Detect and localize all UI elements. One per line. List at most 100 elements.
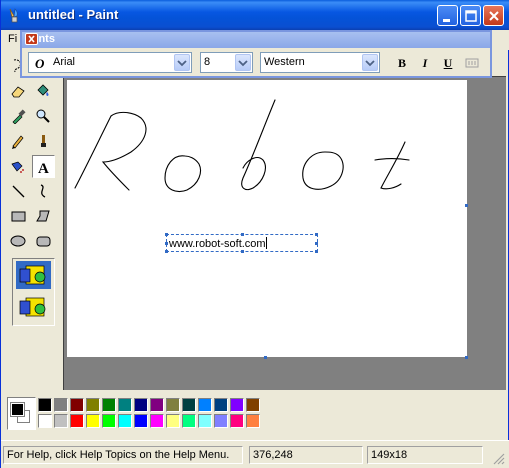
vertical-text-button[interactable] — [462, 54, 482, 72]
color-swatch[interactable] — [70, 414, 84, 428]
font-name-select[interactable]: O Arial — [28, 52, 192, 73]
color-swatch[interactable] — [102, 398, 116, 412]
close-button[interactable] — [483, 5, 504, 26]
drawing-canvas[interactable]: www.robot-soft.com — [67, 80, 467, 357]
current-colors[interactable] — [7, 397, 36, 430]
tool-brush[interactable] — [32, 130, 55, 153]
status-position: 376,248 — [253, 449, 293, 461]
color-swatch[interactable] — [150, 398, 164, 412]
menu-file[interactable]: Fi — [8, 33, 17, 45]
transparent-background-icon — [19, 297, 46, 317]
tool-rounded-rectangle[interactable] — [32, 230, 55, 253]
color-swatch[interactable] — [54, 398, 68, 412]
color-swatch[interactable] — [38, 398, 52, 412]
tool-line[interactable] — [7, 180, 30, 203]
color-swatch[interactable] — [214, 414, 228, 428]
minimize-button[interactable] — [437, 5, 458, 26]
color-swatch[interactable] — [198, 414, 212, 428]
bold-button[interactable]: B — [392, 54, 412, 72]
color-swatch[interactable] — [102, 414, 116, 428]
color-swatch[interactable] — [118, 398, 132, 412]
tool-rectangle[interactable] — [7, 205, 30, 228]
color-swatch[interactable] — [86, 398, 100, 412]
color-swatch[interactable] — [150, 414, 164, 428]
resize-handle[interactable] — [165, 233, 168, 236]
canvas-resize-handle-bottom[interactable] — [264, 356, 267, 359]
size-grip-icon[interactable] — [492, 452, 506, 466]
resize-handle[interactable] — [315, 233, 318, 236]
color-swatch[interactable] — [214, 398, 228, 412]
italic-button[interactable]: I — [415, 54, 435, 72]
color-swatch[interactable] — [182, 398, 196, 412]
color-swatch[interactable] — [134, 398, 148, 412]
color-swatch[interactable] — [166, 398, 180, 412]
font-size-select[interactable]: 8 — [200, 52, 253, 73]
color-swatch[interactable] — [198, 398, 212, 412]
tool-options-box — [12, 258, 55, 326]
resize-handle[interactable] — [315, 242, 318, 245]
resize-handle[interactable] — [241, 250, 244, 253]
resize-handle[interactable] — [165, 250, 168, 253]
fonts-toolbar[interactable]: Fonts O Arial 8 Western B I U — [20, 30, 492, 78]
window-title: untitled - Paint — [28, 7, 119, 22]
title-bar[interactable]: untitled - Paint — [1, 0, 509, 30]
vertical-text-icon — [465, 58, 479, 68]
color-swatch[interactable] — [166, 414, 180, 428]
font-size-dropdown-button[interactable] — [235, 54, 251, 71]
color-swatch[interactable] — [230, 398, 244, 412]
tool-airbrush[interactable] — [7, 155, 30, 178]
color-swatch[interactable] — [246, 398, 260, 412]
color-swatch[interactable] — [38, 414, 52, 428]
text-caret — [265, 237, 267, 249]
pick-color-icon — [12, 109, 26, 124]
tool-polygon[interactable] — [32, 205, 55, 228]
airbrush-icon — [11, 161, 24, 173]
tool-curve[interactable] — [32, 180, 55, 203]
status-size-pane: 149x18 — [367, 446, 483, 464]
fonts-toolbar-close-button[interactable] — [25, 33, 38, 45]
paint-app-icon[interactable] — [7, 7, 23, 23]
tool-fill[interactable] — [32, 80, 55, 103]
underline-button[interactable]: U — [438, 54, 458, 72]
color-swatch[interactable] — [246, 414, 260, 428]
script-dropdown-button[interactable] — [362, 54, 378, 71]
tool-pick-color[interactable] — [7, 105, 30, 128]
resize-handle[interactable] — [315, 250, 318, 253]
color-swatch[interactable] — [86, 414, 100, 428]
brush-icon — [41, 135, 46, 147]
line-icon — [12, 185, 25, 198]
text-entry-box[interactable]: www.robot-soft.com — [165, 233, 318, 253]
tool-ellipse[interactable] — [7, 230, 30, 253]
canvas-resize-handle-right[interactable] — [465, 204, 468, 207]
tool-magnifier[interactable] — [32, 105, 55, 128]
tool-text[interactable]: A — [32, 155, 55, 178]
status-help-text: For Help, click Help Topics on the Help … — [7, 449, 230, 461]
tool-pencil[interactable] — [7, 130, 30, 153]
transparent-background-option[interactable] — [16, 293, 51, 321]
polygon-icon — [36, 210, 50, 222]
resize-handle[interactable] — [165, 242, 168, 245]
textbox-text[interactable]: www.robot-soft.com — [169, 237, 267, 250]
status-help-pane: For Help, click Help Topics on the Help … — [3, 446, 243, 464]
foreground-color-swatch[interactable] — [10, 402, 25, 417]
font-name-dropdown-button[interactable] — [174, 54, 190, 71]
canvas-resize-handle-corner[interactable] — [465, 356, 468, 359]
color-swatch[interactable] — [54, 414, 68, 428]
tool-eraser[interactable] — [7, 80, 30, 103]
color-swatch[interactable] — [70, 398, 84, 412]
close-icon — [489, 11, 499, 21]
opaque-background-option[interactable] — [16, 261, 51, 289]
script-select[interactable]: Western — [260, 52, 380, 73]
fonts-toolbar-titlebar[interactable]: Fonts — [22, 32, 490, 48]
rectangle-icon — [11, 211, 26, 222]
color-swatch[interactable] — [134, 414, 148, 428]
color-swatch[interactable] — [230, 414, 244, 428]
pencil-icon — [12, 135, 24, 149]
close-icon — [28, 35, 35, 43]
resize-handle[interactable] — [241, 233, 244, 236]
color-swatch[interactable] — [182, 414, 196, 428]
font-size-value: 8 — [204, 56, 211, 68]
color-palette — [4, 393, 507, 437]
color-swatch[interactable] — [118, 414, 132, 428]
maximize-button[interactable] — [460, 5, 481, 26]
